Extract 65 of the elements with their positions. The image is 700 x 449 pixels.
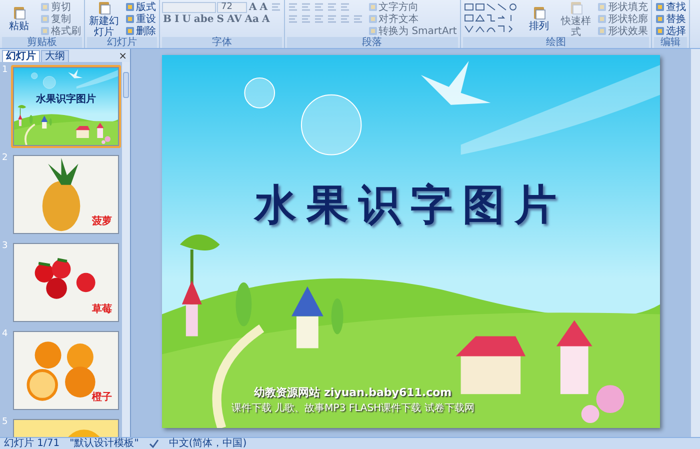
slide-thumbnail[interactable]: 草莓 [11,241,121,324]
group-label: 段落 [286,37,458,48]
tool-icon [368,14,378,24]
slide-number: 4 [2,329,9,341]
site-name: 幼教资源网站 ziyuan.baby611.com [253,384,453,400]
ribbon-button[interactable]: 替换 [654,14,687,24]
slide-counter: 幻灯片 1/71 [4,438,60,449]
lines-icon [352,14,363,24]
group-label: 编辑 [654,37,687,48]
lines-icon [326,2,337,12]
tool-icon [596,14,607,24]
document-icon [532,6,546,20]
ribbon-button[interactable]: 删除 [124,26,157,36]
fruit-caption: 橙子 [92,390,112,405]
slide-thumbnail[interactable]: 菠萝 [11,153,121,236]
slide-number: 1 [2,65,9,77]
slide-title: 水果识字图片 [252,179,568,231]
scrollbar[interactable] [121,62,130,437]
pane-tab[interactable]: 幻灯片 [2,50,40,62]
site-links: 课件下载 儿歌、故事MP3 FLASH课件下载 试卷下载网 [232,402,474,416]
lines-icon [288,14,298,24]
tool-icon [596,2,607,12]
pane-tab[interactable]: 大纲 [41,50,69,62]
ribbon-button[interactable]: 版式 [124,2,157,12]
fruit-caption: 菠萝 [92,214,112,229]
slide-number: 5 [2,417,9,429]
theme-name: "默认设计模板" [70,438,139,449]
tool-icon [654,14,665,24]
group-label: 剪贴板 [2,37,82,48]
ribbon-button[interactable]: 新建幻灯片 [87,0,121,38]
lines-icon [314,14,324,24]
check-icon [148,438,159,448]
tool-icon [368,26,378,36]
lines-icon [300,2,311,12]
ribbon-button[interactable]: 重设 [124,14,157,24]
ribbon-button[interactable]: 排列 [522,6,556,32]
document-icon [568,0,583,14]
slide-thumbnail[interactable]: 水果识字图片 [11,65,121,148]
ribbon-button[interactable]: 粘贴 [2,6,36,32]
group-label: 字体 [162,37,282,48]
scrollbar[interactable] [690,49,700,437]
ribbon-button[interactable]: 选择 [654,26,687,36]
document-icon [12,6,26,20]
slide-title: 水果识字图片 [34,92,97,107]
lines-icon [326,14,337,24]
language: 中文(简体，中国) [168,438,247,449]
tool-icon [654,2,665,12]
group-label: 幻灯片 [87,37,157,48]
tool-icon [368,2,378,12]
lines-icon [340,2,350,12]
slide-number: 3 [2,241,9,253]
slide-thumbnail[interactable]: 橙子 [11,329,121,412]
lines-icon [270,2,281,12]
lines-icon [340,14,350,24]
tool-icon [596,26,607,36]
slide-number: 2 [2,153,9,165]
group-label: 绘图 [462,37,649,48]
fruit-caption: 草莓 [92,302,112,317]
ribbon-button[interactable]: 查找 [654,2,687,12]
document-icon [97,0,111,14]
lines-icon [300,14,311,24]
lines-icon [314,2,324,12]
close-button[interactable]: × [116,51,130,62]
lines-icon [288,2,298,12]
tool-icon [654,26,665,36]
